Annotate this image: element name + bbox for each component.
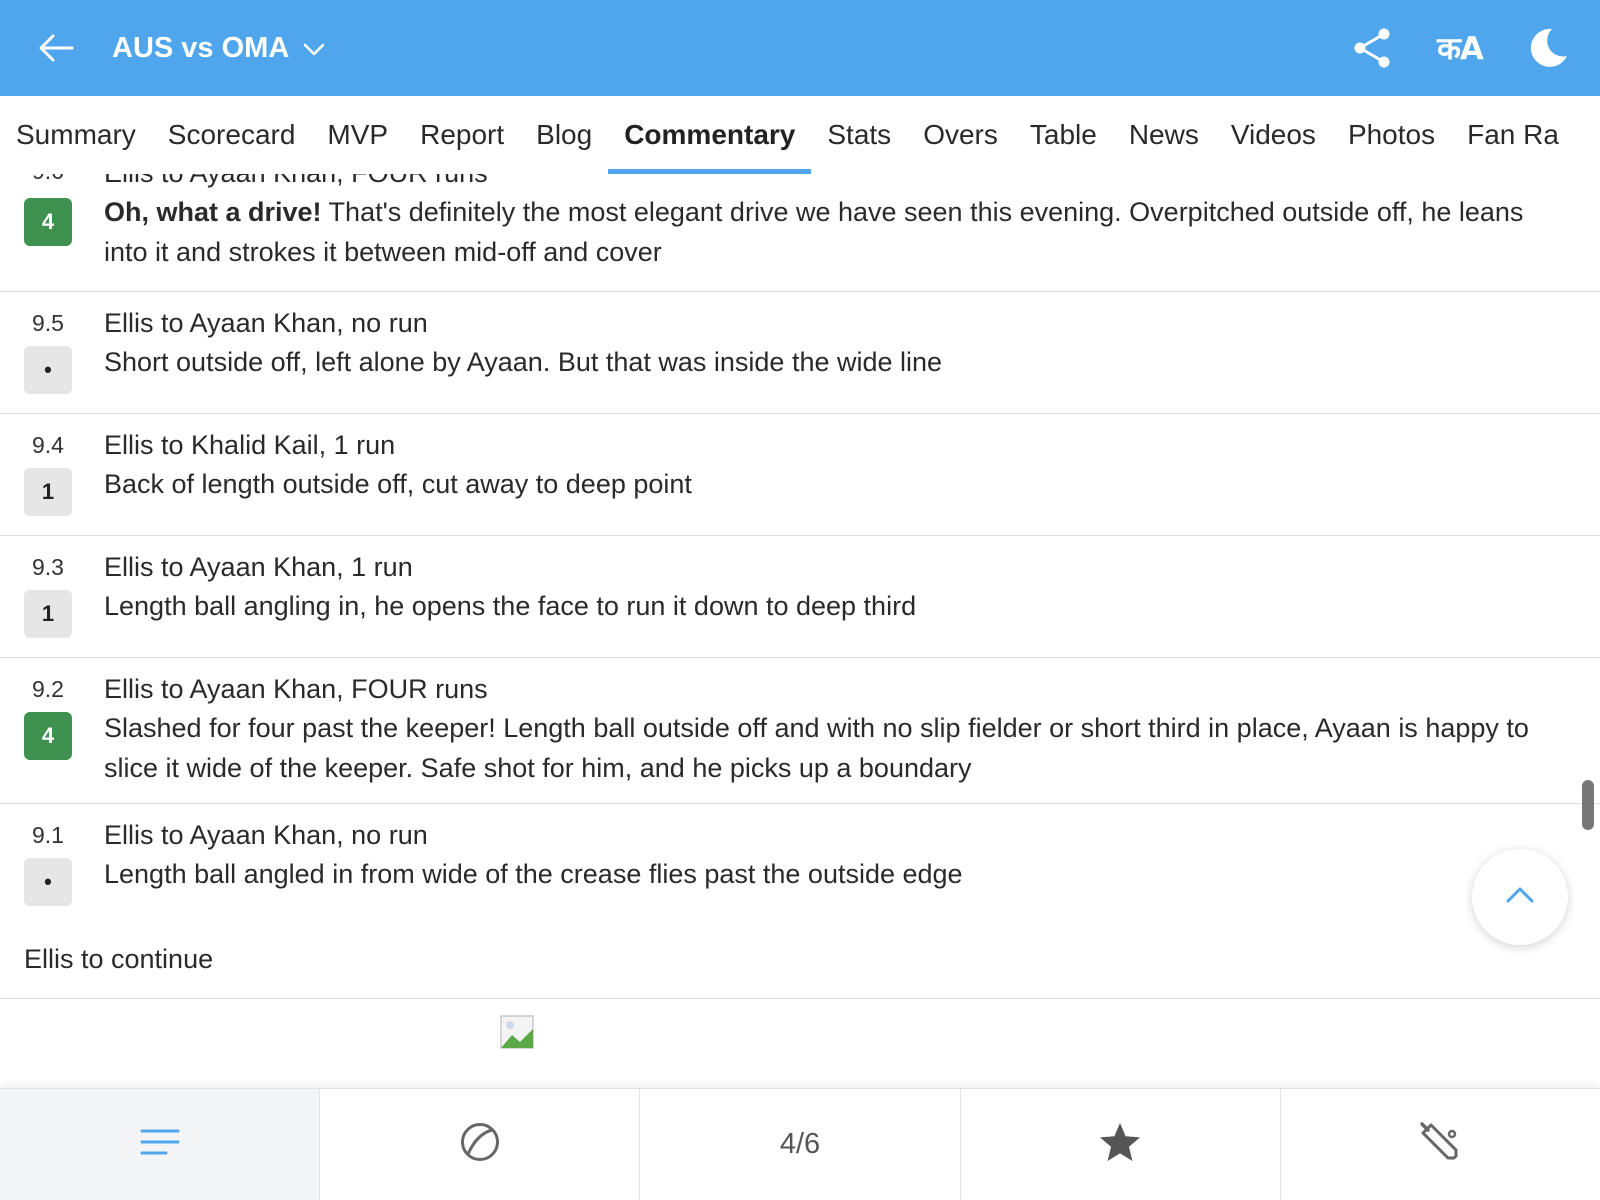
match-title: AUS vs OMA (112, 31, 290, 64)
tab-blog[interactable]: Blog (520, 96, 608, 174)
over-number: 9.4 (32, 432, 64, 458)
ball-icon (459, 1121, 501, 1168)
page-indicator: 4/6 (779, 1128, 821, 1160)
broken-image-icon (500, 1015, 534, 1049)
ball-title: Ellis to Khalid Kail, 1 run (104, 430, 396, 460)
result-badge: • (24, 858, 72, 906)
tab-commentary[interactable]: Commentary (608, 96, 812, 174)
commentary-item: 9.2 4 Ellis to Ayaan Khan, FOUR runs Sla… (0, 658, 1600, 804)
commentary-item: 9.6 4 Ellis to Ayaan Khan, FOUR runs Oh,… (0, 174, 1600, 292)
commentary-item: 9.4 1 Ellis to Khalid Kail, 1 run Back o… (0, 414, 1600, 536)
tab-videos[interactable]: Videos (1215, 96, 1332, 174)
ball-description: Short outside off, left alone by Ayaan. … (104, 347, 943, 377)
result-badge: 4 (24, 712, 72, 760)
ball-title: Ellis to Ayaan Khan, FOUR runs (104, 674, 488, 704)
over-number: 9.3 (32, 554, 64, 580)
tab-news[interactable]: News (1113, 96, 1215, 174)
result-badge: 1 (24, 590, 72, 638)
tab-scorecard[interactable]: Scorecard (152, 96, 312, 174)
match-selector[interactable]: AUS vs OMA (112, 28, 325, 68)
page-indicator-button[interactable]: 4/6 (640, 1089, 961, 1200)
tab-fan-ratings[interactable]: Fan Ra (1451, 96, 1575, 174)
app-header: AUS vs OMA कA (0, 0, 1600, 96)
result-badge: 1 (24, 468, 72, 516)
menu-icon (140, 1127, 180, 1162)
ball-highlight: Oh, what a drive! (104, 197, 322, 227)
ball-title: Ellis to Ayaan Khan, no run (104, 308, 428, 338)
over-number: 9.2 (32, 676, 64, 702)
bat-icon (1418, 1120, 1462, 1169)
ball-description: Slashed for four past the keeper! Length… (104, 713, 1529, 783)
back-arrow-icon[interactable] (34, 26, 78, 70)
commentary-item: 9.1 • Ellis to Ayaan Khan, no run Length… (0, 804, 1600, 918)
result-badge: • (24, 346, 72, 394)
tab-photos[interactable]: Photos (1332, 96, 1451, 174)
ball-description: Length ball angling in, he opens the fac… (104, 591, 917, 621)
tab-table[interactable]: Table (1014, 96, 1113, 174)
commentary-item: 9.3 1 Ellis to Ayaan Khan, 1 run Length … (0, 536, 1600, 658)
commentary-item: 9.5 • Ellis to Ayaan Khan, no run Short … (0, 292, 1600, 414)
moon-icon[interactable] (1522, 22, 1574, 74)
over-number: 9.6 (24, 174, 72, 185)
share-icon[interactable] (1346, 22, 1398, 74)
over-number: 9.5 (32, 310, 64, 336)
over-footer-note: Ellis to continue (24, 944, 214, 974)
tab-report[interactable]: Report (404, 96, 520, 174)
ball-description: Oh, what a drive! That's definitely the … (104, 197, 1524, 267)
over-number: 9.1 (32, 822, 64, 848)
tab-mvp[interactable]: MVP (311, 96, 404, 174)
ball-title: Ellis to Ayaan Khan, no run (104, 820, 428, 850)
result-badge: 4 (24, 198, 72, 246)
ball-title: Ellis to Ayaan Khan, 1 run (104, 552, 413, 582)
menu-button[interactable] (0, 1089, 321, 1200)
language-icon[interactable]: कA (1434, 22, 1486, 74)
chevron-up-icon (1505, 886, 1535, 909)
star-icon (1098, 1121, 1142, 1168)
bat-button[interactable] (1281, 1089, 1600, 1200)
scroll-to-top-button[interactable] (1472, 849, 1568, 945)
chevron-down-icon (303, 32, 325, 65)
tab-stats[interactable]: Stats (811, 96, 907, 174)
scrollbar-thumb[interactable] (1582, 780, 1594, 830)
favorites-button[interactable] (961, 1089, 1281, 1200)
ball-description: Length ball angled in from wide of the c… (104, 859, 963, 889)
ball-description: Back of length outside off, cut away to … (104, 469, 692, 499)
bottom-nav: 4/6 (0, 1088, 1600, 1200)
divider (0, 998, 1600, 999)
ball-button[interactable] (320, 1089, 641, 1200)
commentary-feed[interactable]: 9.6 4 Ellis to Ayaan Khan, FOUR runs Oh,… (0, 174, 1600, 1088)
ball-title: Ellis to Ayaan Khan, FOUR runs (104, 174, 1550, 192)
section-tabs: Summary Scorecard MVP Report Blog Commen… (0, 96, 1600, 174)
tab-overs[interactable]: Overs (907, 96, 1014, 174)
tab-summary[interactable]: Summary (16, 96, 152, 174)
